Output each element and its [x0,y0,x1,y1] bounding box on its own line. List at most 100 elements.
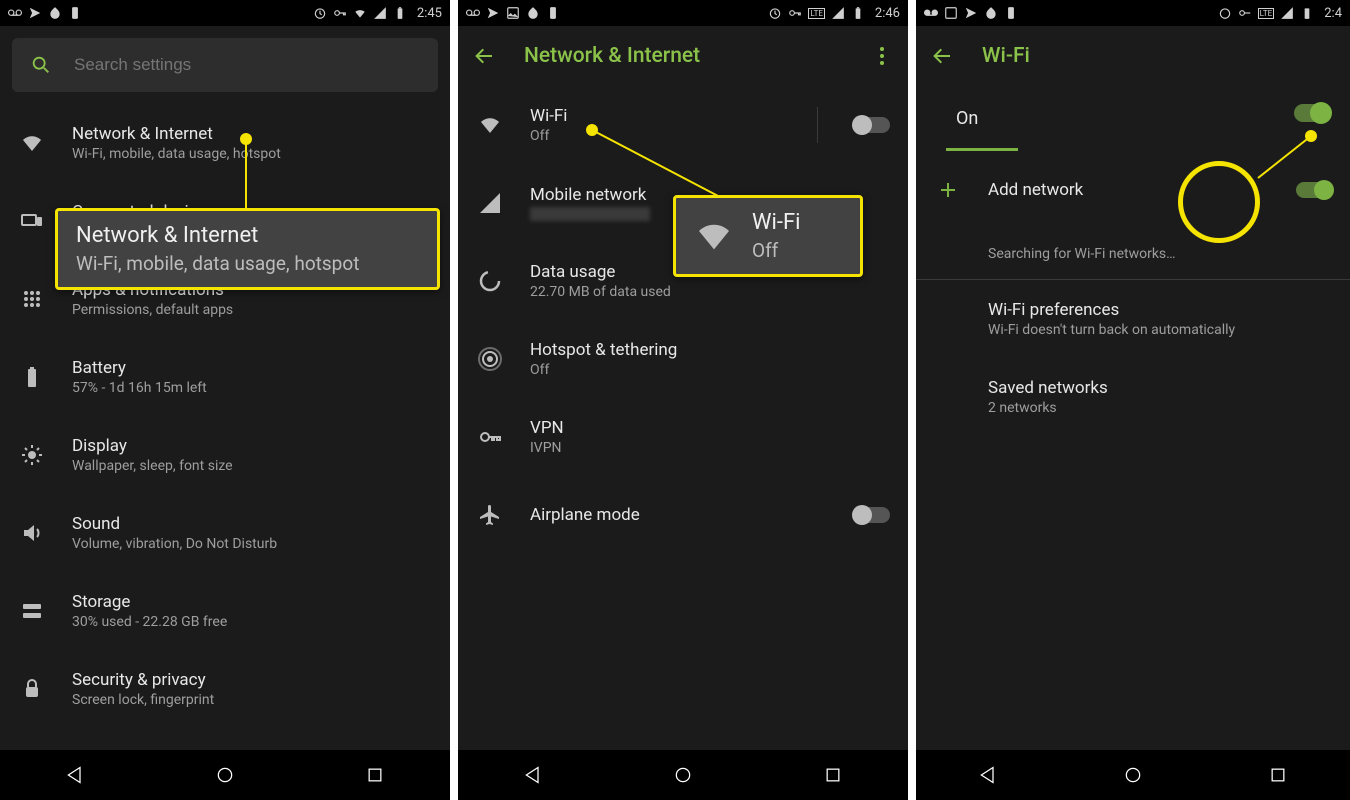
row-title: Sound [72,514,432,534]
wifi-list: Add network Searching for Wi-Fi networks… [916,151,1350,750]
row-sub: 30% used - 22.28 GB free [72,614,432,630]
row-title: Network & Internet [72,124,432,144]
searching-text: Searching for Wi-Fi networks… [988,246,1332,262]
row-sub: Off [530,362,890,378]
wifi-icon [478,113,502,137]
page-title: Wi-Fi [982,44,1336,68]
divider [817,107,818,143]
image-icon [944,6,958,20]
alarm-icon [313,6,327,20]
callout-title: Network & Internet [76,223,419,248]
search-input[interactable] [74,55,420,75]
callout-dot [240,133,252,145]
plus-icon [936,178,960,202]
battery-icon [851,6,865,20]
overflow-menu-icon[interactable] [870,44,894,68]
wifi-master-toggle[interactable] [1294,104,1330,122]
row-searching: Searching for Wi-Fi networks… [916,229,1350,279]
indicator [946,148,1018,151]
airplane-toggle[interactable] [854,507,890,523]
row-network-internet[interactable]: Network & Internet Wi-Fi, mobile, data u… [0,104,450,182]
row-security-privacy[interactable]: Security & privacy Screen lock, fingerpr… [0,650,450,728]
apps-icon [20,287,44,311]
battery-row-icon [20,365,44,389]
storage-icon [20,599,44,623]
callout-dot [1305,130,1317,142]
row-wifi-preferences[interactable]: Wi-Fi preferences Wi-Fi doesn't turn bac… [916,280,1350,358]
back-nav-icon[interactable] [978,765,998,785]
scan-toggle[interactable] [1296,182,1332,198]
lock-icon [20,677,44,701]
phone-status-icon [546,6,560,20]
wifi-toggle[interactable] [854,117,890,133]
recent-nav-icon[interactable] [365,765,385,785]
row-storage[interactable]: Storage 30% used - 22.28 GB free [0,572,450,650]
clock: 2:45 [417,6,442,21]
row-sub: IVPN [530,440,890,456]
recent-nav-icon[interactable] [1268,765,1288,785]
blurred-carrier [530,207,650,221]
row-title: Wi-Fi [530,106,791,126]
nav-bar [916,750,1350,800]
row-title: Storage [72,592,432,612]
recent-nav-icon[interactable] [823,765,843,785]
hotspot-icon [478,347,502,371]
row-sub: 2 networks [988,400,1332,416]
key-icon [788,6,802,20]
home-nav-icon[interactable] [215,765,235,785]
callout-wifi: Wi-Fi Off [673,195,863,277]
status-bar: LTE 2:4 [916,0,1350,26]
callout-network-internet: Network & Internet Wi-Fi, mobile, data u… [55,208,440,290]
row-sub: 57% - 1d 16h 15m left [72,380,432,396]
home-nav-icon[interactable] [1123,765,1143,785]
alarm-icon [768,6,782,20]
row-display[interactable]: Display Wallpaper, sleep, font size [0,416,450,494]
back-nav-icon[interactable] [523,765,543,785]
display-icon [20,443,44,467]
on-label: On [956,108,978,129]
data-usage-icon [478,269,502,293]
image-icon [506,6,520,20]
wifi-screen: LTE 2:4 Wi-Fi On Add network Searching f… [916,0,1350,800]
row-title: Display [72,436,432,456]
search-settings[interactable] [12,38,438,92]
row-sub: Screen lock, fingerprint [72,692,432,708]
vpn-key-icon [478,425,502,449]
sound-icon [20,521,44,545]
row-airplane-mode[interactable]: Airplane mode [458,476,908,554]
back-icon[interactable] [930,44,954,68]
signal-icon [1280,6,1294,20]
settings-list: Network & Internet Wi-Fi, mobile, data u… [0,104,450,750]
nav-bar [0,750,450,800]
back-nav-icon[interactable] [65,765,85,785]
wifi-on-header[interactable]: On [916,86,1350,151]
callout-circle-toggle [1178,161,1260,243]
callout-sub: Wi-Fi, mobile, data usage, hotspot [76,252,419,275]
row-title: Hotspot & tethering [530,340,890,360]
app-bar: Network & Internet [458,26,908,86]
settings-main-screen: 2:45 Network & Internet Wi-Fi, mobile, d… [0,0,450,800]
row-hotspot[interactable]: Hotspot & tethering Off [458,320,908,398]
row-sub: Wi-Fi doesn't turn back on automatically [988,322,1332,338]
row-wifi[interactable]: Wi-Fi Off [458,86,908,164]
voicemail-icon [8,6,22,20]
leaf-icon [48,6,62,20]
clock: 2:4 [1324,6,1342,21]
nav-bar [458,750,908,800]
voicemail-icon [924,6,938,20]
row-sound[interactable]: Sound Volume, vibration, Do Not Disturb [0,494,450,572]
network-list: Wi-Fi Off Mobile network Data usage 22.7… [458,86,908,750]
row-title: VPN [530,418,890,438]
row-vpn[interactable]: VPN IVPN [458,398,908,476]
status-bar: 2:45 [0,0,450,26]
back-icon[interactable] [472,44,496,68]
row-battery[interactable]: Battery 57% - 1d 16h 15m left [0,338,450,416]
home-nav-icon[interactable] [673,765,693,785]
row-add-network[interactable]: Add network [916,151,1350,229]
wifi-status-icon [353,6,367,20]
vpn-status-icon [28,6,42,20]
vpn-status-icon [964,6,978,20]
signal-icon [373,6,387,20]
status-bar: LTE 2:46 [458,0,908,26]
row-saved-networks[interactable]: Saved networks 2 networks [916,358,1350,436]
